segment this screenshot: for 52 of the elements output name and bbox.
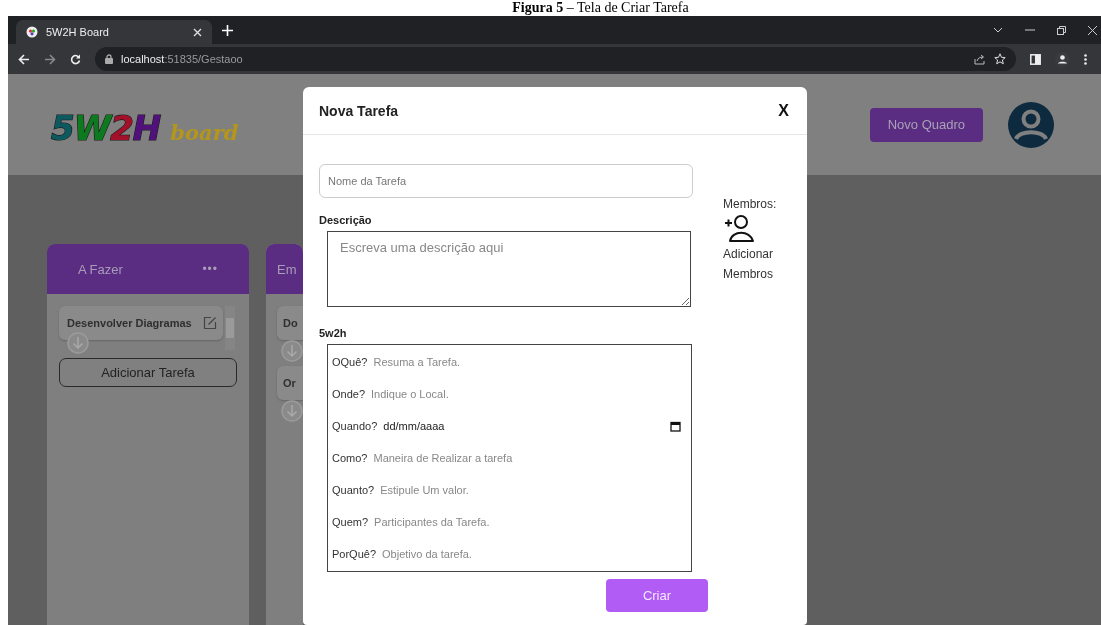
- calendar-icon[interactable]: [670, 420, 681, 432]
- close-tab-icon[interactable]: [193, 27, 202, 37]
- dialog-title: Nova Tarefa: [319, 102, 399, 119]
- url-text: localhost:51835/Gestaoo: [121, 53, 243, 65]
- task-title: Desenvolver Diagramas: [67, 317, 192, 329]
- scrollbar[interactable]: [225, 306, 235, 350]
- restore-icon[interactable]: [1057, 25, 1066, 35]
- edit-icon[interactable]: [203, 316, 217, 330]
- column-title: A Fazer: [78, 261, 123, 277]
- task-title: Do: [283, 317, 298, 329]
- field-label: OQuê?: [332, 356, 368, 368]
- app-logo: 5W2H board: [51, 107, 239, 148]
- field-label: PorQuê?: [332, 548, 377, 560]
- forward-icon[interactable]: [44, 53, 56, 65]
- lock-icon: [105, 54, 113, 64]
- task-card[interactable]: Desenvolver Diagramas: [59, 306, 223, 340]
- task-card[interactable]: Do: [277, 306, 303, 340]
- chevron-down-icon[interactable]: [993, 27, 1003, 33]
- star-icon[interactable]: [994, 53, 1006, 65]
- create-button[interactable]: Criar: [606, 579, 708, 612]
- field-label: Quando?: [332, 420, 378, 432]
- field-label: Quanto?: [332, 484, 375, 496]
- new-tab-icon[interactable]: [222, 24, 233, 36]
- side-panel-icon[interactable]: [1030, 53, 1041, 65]
- column-menu[interactable]: •••: [202, 262, 218, 276]
- column-title: Em: [277, 261, 297, 277]
- members-label: Membros:: [723, 197, 777, 211]
- figure-caption: Figura 5 – Tela de Criar Tarefa: [512, 0, 689, 16]
- browser-tab[interactable]: 5W2H Board: [16, 20, 212, 44]
- section-label: 5w2h: [319, 327, 348, 339]
- add-members-link[interactable]: Adicionar Membros: [723, 244, 783, 284]
- more-icon[interactable]: [1084, 53, 1087, 65]
- field-label: Quem?: [332, 516, 369, 528]
- favicon-icon: [26, 26, 38, 38]
- description-label: Descrição: [319, 214, 373, 226]
- task-title: Or: [283, 377, 296, 389]
- close-window-icon[interactable]: [1088, 25, 1097, 35]
- add-user-icon[interactable]: [723, 214, 755, 243]
- reload-icon[interactable]: [70, 53, 81, 65]
- task-card[interactable]: Or: [277, 366, 303, 400]
- avatar-icon[interactable]: [1007, 100, 1055, 149]
- back-icon[interactable]: [18, 53, 30, 65]
- address-bar[interactable]: localhost:51835/Gestaoo: [95, 47, 1016, 71]
- date-field[interactable]: dd/mm/aaaa: [383, 420, 687, 432]
- description-field[interactable]: Escreva uma descrição aqui: [327, 231, 691, 307]
- field-label: Onde?: [332, 388, 366, 400]
- field-label: Como?: [332, 452, 368, 464]
- task-name-field[interactable]: Nome da Tarefa: [319, 164, 693, 198]
- add-task-button[interactable]: Adicionar Tarefa: [59, 358, 237, 387]
- new-board-button[interactable]: Novo Quadro: [869, 107, 983, 142]
- close-button[interactable]: X: [776, 101, 791, 120]
- share-icon[interactable]: [974, 53, 986, 65]
